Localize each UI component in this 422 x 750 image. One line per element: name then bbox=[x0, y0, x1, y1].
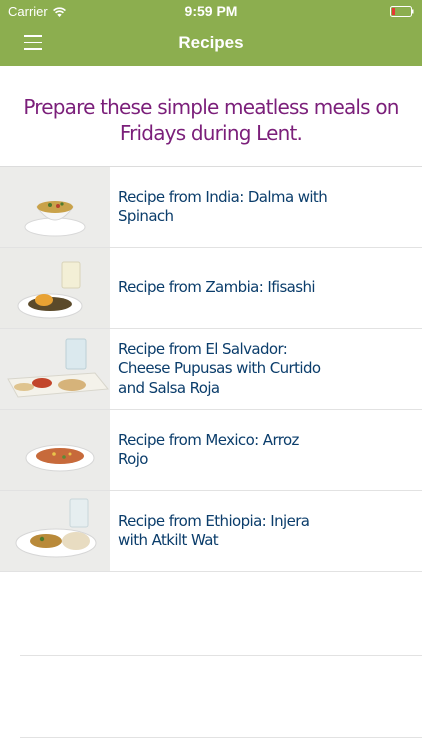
dalma-photo-icon bbox=[0, 167, 110, 247]
page-title: Recipes bbox=[178, 33, 244, 52]
recipe-row-el-salvador[interactable]: Recipe from El Salvador: Cheese Pupusas … bbox=[0, 329, 422, 410]
recipe-title: Recipe from Ethiopia: Injera with Atkilt… bbox=[118, 511, 310, 550]
recipe-row-ethiopia[interactable]: Recipe from Ethiopia: Injera with Atkilt… bbox=[0, 491, 422, 572]
recipe-title: Recipe from Zambia: Ifisashi bbox=[118, 278, 316, 297]
ifisashi-photo-icon bbox=[0, 248, 110, 328]
recipe-list: Recipe from India: Dalma with Spinach Re… bbox=[0, 166, 422, 572]
recipe-row-mexico[interactable]: Recipe from Mexico: Arroz Rojo bbox=[0, 410, 422, 491]
recipe-title: Recipe from Mexico: Arroz Rojo bbox=[118, 430, 299, 469]
pupusas-photo-icon bbox=[0, 329, 110, 409]
battery-icon bbox=[390, 6, 414, 17]
recipe-title: Recipe from El Salvador: Cheese Pupusas … bbox=[118, 339, 321, 397]
recipe-title: Recipe from India: Dalma with Spinach bbox=[118, 187, 328, 226]
recipe-row-zambia[interactable]: Recipe from Zambia: Ifisashi bbox=[0, 248, 422, 329]
injera-photo-icon bbox=[0, 491, 110, 571]
empty-row-divider bbox=[20, 655, 422, 656]
intro-text: Prepare these simple meatless meals on F… bbox=[23, 95, 399, 145]
status-bar: Carrier 9:59 PM bbox=[0, 0, 422, 22]
recipe-row-india[interactable]: Recipe from India: Dalma with Spinach bbox=[0, 167, 422, 248]
arroz-rojo-photo-icon bbox=[0, 410, 110, 490]
empty-row-divider bbox=[20, 737, 422, 738]
status-time: 9:59 PM bbox=[184, 3, 238, 19]
navigation-bar: Recipes bbox=[0, 22, 422, 66]
